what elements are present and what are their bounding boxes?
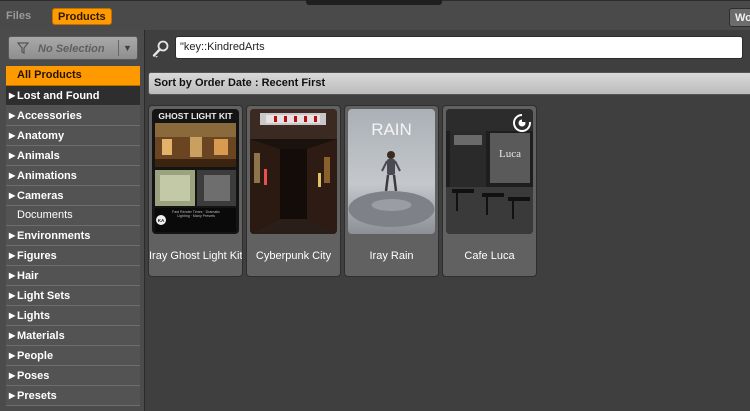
filter-divider <box>118 40 119 56</box>
product-thumbnail <box>250 109 337 234</box>
category-label: Presets <box>17 390 57 402</box>
category-label: Animals <box>17 150 60 162</box>
expand-arrow-icon[interactable]: ▶ <box>9 166 17 185</box>
category-item-materials[interactable]: ▶ Materials <box>6 326 140 346</box>
filter-label: No Selection <box>38 43 105 55</box>
product-card-iray-rain[interactable]: RAIN Iray Rain <box>344 105 439 277</box>
thumb-caption: Fast Render Times · Dramatic Lighting · … <box>172 210 220 219</box>
search-input[interactable]: "key::KindredArts <box>175 36 743 59</box>
thumb-title: Luca <box>499 148 521 160</box>
category-item-environments[interactable]: ▶ Environments <box>6 226 140 246</box>
product-card-cyberpunk-city[interactable]: Cyberpunk City <box>246 105 341 277</box>
category-item-all-products[interactable]: All Products <box>6 66 140 86</box>
category-label: Lost and Found <box>17 90 100 102</box>
tab-files[interactable]: Files <box>6 10 31 22</box>
expand-arrow-icon[interactable]: ▶ <box>9 326 17 345</box>
expand-arrow-icon[interactable]: ▶ <box>9 86 17 105</box>
product-name: Iray Ghost Light Kit <box>149 250 242 262</box>
tab-right-partial[interactable]: Wo <box>729 8 750 27</box>
product-card-cafe-luca[interactable]: Luca Cafe Luca <box>442 105 537 277</box>
expand-arrow-icon[interactable]: ▶ <box>9 346 17 365</box>
category-label: Animations <box>17 170 77 182</box>
expand-arrow-icon[interactable]: ▶ <box>9 286 17 305</box>
funnel-icon <box>17 42 29 54</box>
category-item-anatomy[interactable]: ▶ Anatomy <box>6 126 140 146</box>
category-item-animals[interactable]: ▶ Animals <box>6 146 140 166</box>
category-item-presets[interactable]: ▶ Presets <box>6 386 140 406</box>
category-label: Poses <box>17 370 50 382</box>
category-list: All Products ▶ Lost and Found ▶ Accessories ▶… <box>6 66 140 406</box>
expand-arrow-icon[interactable]: ▶ <box>9 366 17 385</box>
category-label: People <box>17 350 54 362</box>
cyberpunk-city-image <box>250 109 337 234</box>
expand-arrow-icon[interactable]: ▶ <box>9 186 17 205</box>
thumb-title: RAIN <box>371 120 412 139</box>
category-panel: No Selection ▼ All Products ▶ Lost and Fou… <box>0 30 145 411</box>
expand-arrow-icon[interactable]: ▶ <box>9 126 17 145</box>
category-item-lost-and-found[interactable]: ▶ Lost and Found <box>6 86 140 106</box>
category-label: Figures <box>17 250 57 262</box>
category-label: All Products <box>17 69 82 81</box>
product-name: Cyberpunk City <box>255 250 332 262</box>
tab-products[interactable]: Products <box>52 8 112 25</box>
category-label: Hair <box>17 270 39 282</box>
category-label: Accessories <box>17 110 82 122</box>
window-notch <box>306 0 442 5</box>
ghost-light-kit-image: GHOST LIGHT KIT KA Fast Render Times · D… <box>152 109 239 234</box>
search-icon[interactable] <box>152 40 170 58</box>
category-item-light-sets[interactable]: ▶ Light Sets <box>6 286 140 306</box>
thumb-badge: KA <box>158 218 165 223</box>
category-label: Light Sets <box>17 290 71 302</box>
product-thumbnail: RAIN <box>348 109 435 234</box>
category-label: Environments <box>17 230 91 242</box>
category-label: Lights <box>17 310 50 322</box>
product-thumbnail: GHOST LIGHT KIT KA Fast Render Times · D… <box>152 109 239 234</box>
expand-arrow-icon[interactable]: ▶ <box>9 146 17 165</box>
expand-arrow-icon[interactable]: ▶ <box>9 246 17 265</box>
category-item-documents[interactable]: Documents <box>6 206 140 226</box>
expand-arrow-icon[interactable]: ▶ <box>9 226 17 245</box>
category-label: Anatomy <box>17 130 65 142</box>
category-item-accessories[interactable]: ▶ Accessories <box>6 106 140 126</box>
category-item-lights[interactable]: ▶ Lights <box>6 306 140 326</box>
category-item-hair[interactable]: ▶ Hair <box>6 266 140 286</box>
thumb-title: GHOST LIGHT KIT <box>158 111 233 121</box>
product-name: Iray Rain <box>369 250 414 262</box>
top-bar: Files Products Wo <box>0 0 750 30</box>
expand-arrow-icon[interactable]: ▶ <box>9 386 17 405</box>
expand-arrow-icon[interactable]: ▶ <box>9 306 17 325</box>
expand-arrow-icon[interactable]: ▶ <box>9 106 17 125</box>
product-thumbnail: Luca <box>446 109 533 234</box>
expand-arrow-icon[interactable]: ▶ <box>9 266 17 285</box>
category-item-figures[interactable]: ▶ Figures <box>6 246 140 266</box>
category-label: Materials <box>17 330 65 342</box>
chevron-down-icon[interactable]: ▼ <box>123 43 132 53</box>
iray-rain-image: RAIN <box>348 109 435 234</box>
category-label: Documents <box>17 209 73 221</box>
category-item-cameras[interactable]: ▶ Cameras <box>6 186 140 206</box>
product-grid: GHOST LIGHT KIT KA Fast Render Times · D… <box>146 102 750 411</box>
category-item-animations[interactable]: ▶ Animations <box>6 166 140 186</box>
category-item-poses[interactable]: ▶ Poses <box>6 366 140 386</box>
sort-dropdown[interactable]: Sort by Order Date : Recent First <box>148 72 750 95</box>
product-name: Cafe Luca <box>464 250 515 262</box>
filter-dropdown[interactable]: No Selection ▼ <box>8 36 138 60</box>
cafe-luca-image: Luca <box>446 109 533 234</box>
category-item-people[interactable]: ▶ People <box>6 346 140 366</box>
category-label: Cameras <box>17 190 64 202</box>
product-card-iray-ghost-light-kit[interactable]: GHOST LIGHT KIT KA Fast Render Times · D… <box>148 105 243 277</box>
